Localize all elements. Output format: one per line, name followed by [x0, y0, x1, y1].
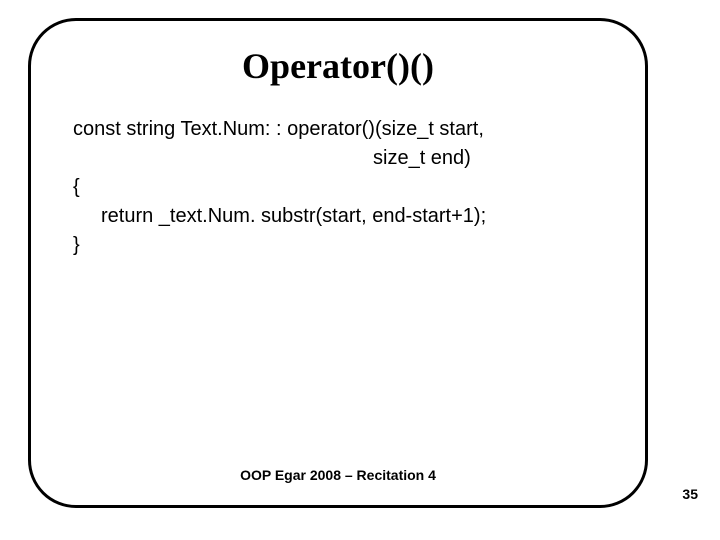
slide-title: Operator()()	[31, 45, 645, 87]
code-block: const string Text.Num: : operator()(size…	[73, 115, 603, 260]
code-line-2: size_t end)	[73, 144, 603, 173]
slide-frame: Operator()() const string Text.Num: : op…	[28, 18, 648, 508]
code-line-5: }	[73, 231, 603, 260]
code-line-3: {	[73, 173, 603, 202]
code-line-4: return _text.Num. substr(start, end-star…	[73, 202, 603, 231]
page-number: 35	[682, 486, 698, 502]
slide-footer: OOP Egar 2008 – Recitation 4	[31, 467, 645, 483]
code-line-1: const string Text.Num: : operator()(size…	[73, 115, 603, 144]
